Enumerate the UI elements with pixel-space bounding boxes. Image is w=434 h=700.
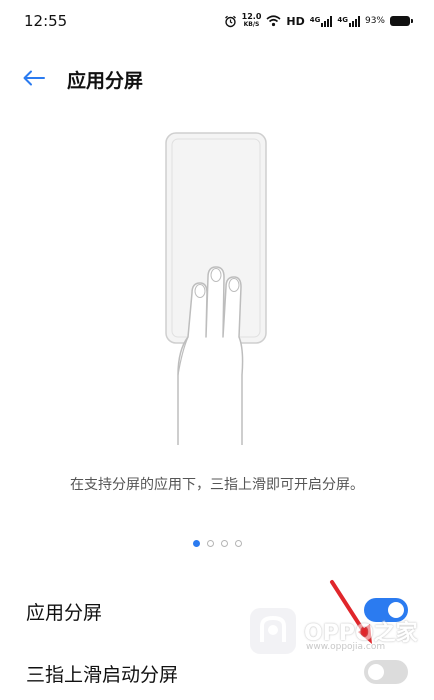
setting-label: 三指上滑启动分屏: [26, 664, 179, 686]
status-bar: 12:55 12.0 KB/S HD 4G 4G 93%: [0, 0, 434, 44]
gesture-illustration: [165, 132, 267, 445]
toggle-knob: [368, 664, 384, 680]
hd-label: HD: [286, 14, 305, 28]
signal-1: 4G: [309, 15, 333, 27]
page-title: 应用分屏: [67, 70, 144, 92]
wifi-icon: [266, 15, 281, 27]
network-speed-unit: KB/S: [243, 21, 260, 28]
signal-icon: [321, 15, 333, 27]
battery-icon: [390, 16, 413, 26]
watermark-url: www.oppojia.com: [306, 642, 386, 652]
app-header: 应用分屏: [0, 56, 434, 100]
signal-icon: [348, 15, 360, 27]
setting-label: 应用分屏: [26, 602, 103, 624]
back-arrow-icon: [23, 70, 45, 86]
page-indicator[interactable]: [0, 540, 434, 547]
signal-2: 4G: [337, 15, 360, 27]
watermark-glyph: [260, 615, 286, 642]
status-time: 12:55: [24, 12, 68, 30]
alarm-icon: [224, 15, 236, 27]
network-type-2: 4G: [337, 15, 348, 24]
tutorial-caption: 在支持分屏的应用下，三指上滑即可开启分屏。: [70, 477, 364, 493]
page-dot-1[interactable]: [192, 540, 200, 547]
network-type-1: 4G: [309, 15, 321, 24]
network-speed: 12.0 KB/S: [242, 13, 262, 29]
network-speed-value: 12.0: [241, 12, 262, 21]
back-button[interactable]: [14, 62, 54, 94]
page-dot-2[interactable]: [206, 540, 214, 547]
page-dot-3[interactable]: [220, 540, 228, 547]
battery-percent: 93%: [364, 16, 385, 26]
page-dot-4[interactable]: [234, 540, 242, 547]
watermark: OPPO之家 www.oppojia.com: [250, 596, 434, 666]
watermark-logo-icon: [250, 608, 296, 654]
status-icons: 12.0 KB/S HD 4G 4G 93%: [224, 11, 413, 31]
